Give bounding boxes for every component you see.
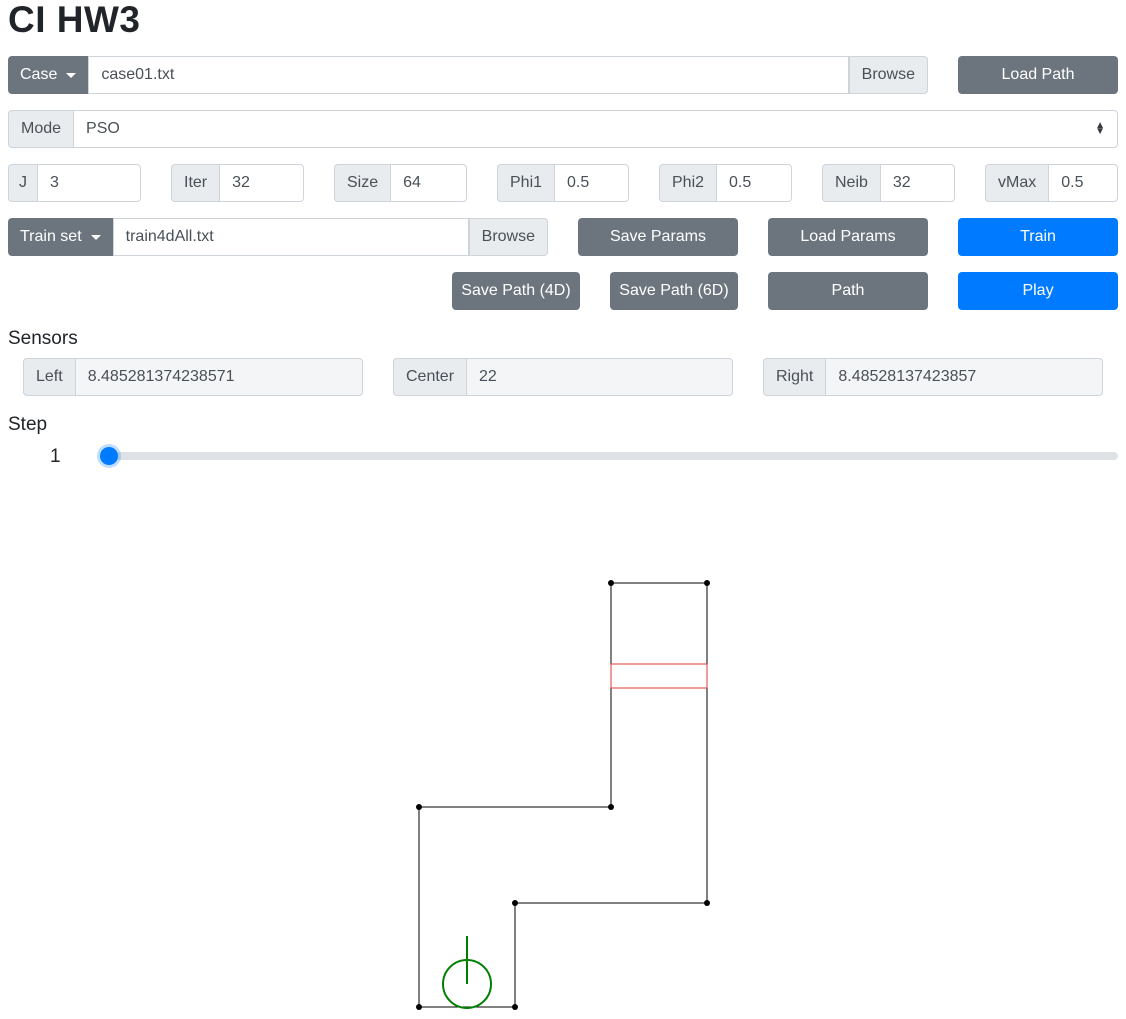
track-vertex — [416, 1004, 422, 1010]
track-vertex — [608, 804, 614, 810]
track-vertex — [704, 900, 710, 906]
track-vertex — [512, 1004, 518, 1010]
track-vertex — [512, 900, 518, 906]
car-icon — [442, 936, 492, 1009]
goal-area — [610, 663, 708, 689]
track-canvas — [416, 580, 710, 1010]
track-walls — [418, 582, 708, 1008]
track-vertex — [416, 804, 422, 810]
track-vertex — [608, 580, 614, 586]
track-outer-wall — [418, 582, 708, 1008]
track-vertex — [704, 580, 710, 586]
track-vertices — [416, 580, 710, 1010]
